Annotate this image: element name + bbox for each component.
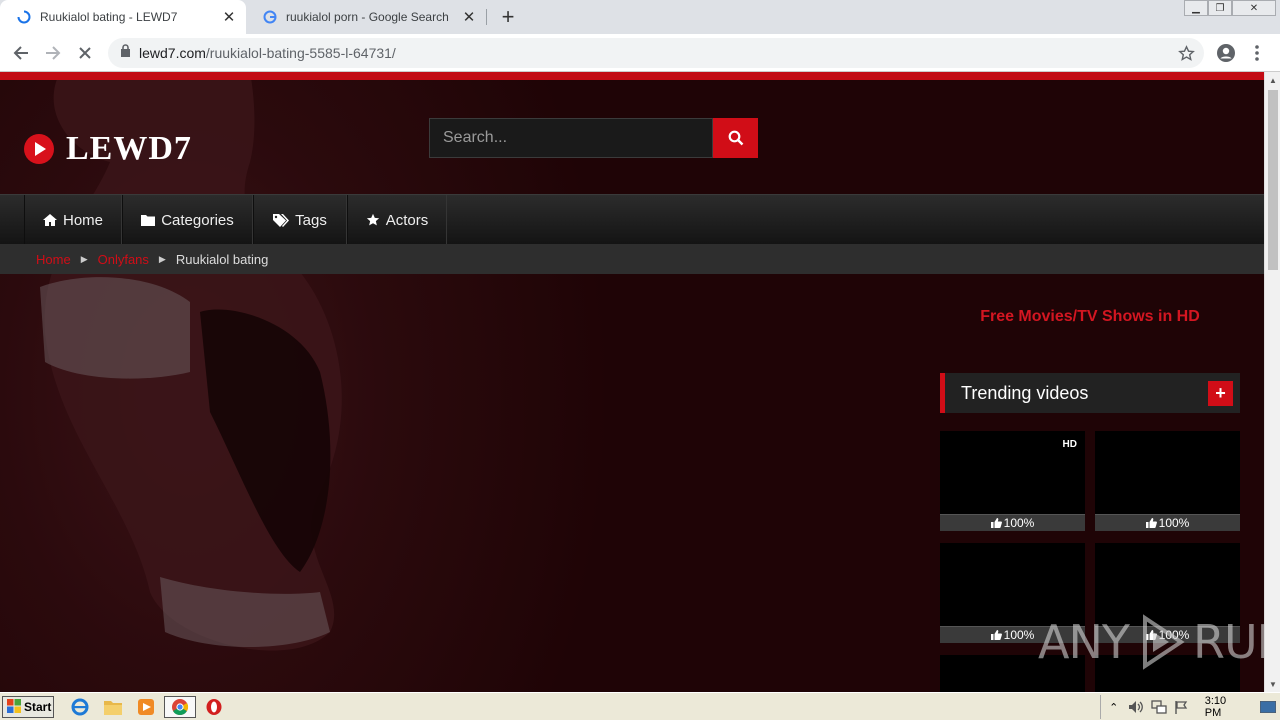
top-accent-bar (0, 72, 1264, 80)
play-triangle-icon (1142, 614, 1185, 670)
rating-bar: 100% (1095, 514, 1240, 531)
thumbs-up-icon (990, 630, 1002, 640)
action-center-flag-icon[interactable] (1171, 699, 1190, 715)
promo-link[interactable]: Free Movies/TV Shows in HD (940, 308, 1240, 326)
tab-google-search[interactable]: ruukialol porn - Google Search ✕ (246, 0, 486, 34)
url-path: /ruukialol-bating-5585-l-64731/ (205, 45, 396, 61)
stop-loading-button[interactable] (72, 40, 98, 66)
search-input[interactable] (429, 118, 713, 158)
new-tab-button[interactable]: + (496, 4, 520, 29)
watermark-left: ANY (1038, 615, 1130, 669)
expand-plus-button[interactable]: + (1208, 381, 1233, 406)
breadcrumb-current: Ruukialol bating (175, 251, 269, 267)
lock-icon (120, 44, 131, 62)
logo-text: LEWD7 (66, 130, 192, 167)
close-tab-icon[interactable]: ✕ (460, 8, 478, 26)
folder-icon (141, 214, 156, 226)
nav-label: Tags (295, 211, 327, 229)
nav-label: Home (62, 211, 103, 229)
windows-taskbar: Start ⌃ 3:10 PM (0, 692, 1280, 720)
video-thumbnail[interactable]: 100% (1095, 431, 1240, 531)
bookmark-star-icon[interactable] (1173, 40, 1199, 66)
nav-home[interactable]: Home (24, 195, 122, 245)
browser-toolbar: lewd7.com/ruukialol-bating-5585-l-64731/ (0, 34, 1280, 72)
main-nav: Home Categories Tags Actors (0, 194, 1264, 245)
search-button[interactable] (713, 118, 758, 158)
rating-value: 100% (1003, 628, 1035, 642)
chrome-icon (172, 699, 189, 716)
breadcrumb: Home ▶ Onlyfans ▶ Ruukialol bating (0, 244, 1264, 274)
volume-icon[interactable] (1126, 699, 1145, 715)
rating-bar: 100% (940, 514, 1085, 531)
tags-icon (273, 213, 290, 227)
system-tray: ⌃ 3:10 PM (1100, 695, 1278, 719)
profile-icon[interactable] (1213, 40, 1239, 66)
opera-icon[interactable] (202, 696, 226, 718)
browser-tab-strip: Ruukialol bating - LEWD7 ✕ ruukialol por… (0, 0, 1280, 34)
network-icon[interactable] (1149, 699, 1168, 715)
tab-title: ruukialol porn - Google Search (286, 10, 449, 24)
google-icon (262, 9, 278, 25)
windows-logo-icon (7, 698, 21, 716)
internet-explorer-icon[interactable] (68, 696, 92, 718)
start-button[interactable]: Start (2, 696, 54, 718)
start-label: Start (24, 700, 52, 714)
tab-separator (486, 9, 487, 25)
show-hidden-icons-icon[interactable]: ⌃ (1104, 699, 1123, 715)
minimize-button[interactable]: ▁ (1184, 0, 1208, 16)
nav-label: Categories (161, 211, 234, 229)
show-desktop-icon[interactable] (1259, 699, 1278, 715)
breadcrumb-onlyfans-link[interactable]: Onlyfans (98, 252, 149, 267)
thumbs-up-icon (990, 518, 1002, 528)
rating-value: 100% (1158, 516, 1190, 530)
page-viewport: LEWD7 Home Categories Tags Actors Home ▶ (0, 72, 1264, 692)
chrome-taskbar-button[interactable] (164, 696, 196, 718)
restore-button[interactable]: ❐ (1208, 0, 1232, 16)
home-icon (42, 214, 57, 226)
address-bar[interactable]: lewd7.com/ruukialol-bating-5585-l-64731/ (108, 38, 1204, 68)
nav-categories[interactable]: Categories (122, 195, 253, 245)
clock: 3:10 PM (1204, 695, 1227, 719)
video-thumbnail[interactable]: HD 100% (940, 431, 1085, 531)
menu-kebab-icon[interactable] (1244, 40, 1270, 66)
search-icon (728, 130, 743, 146)
nav-tags[interactable]: Tags (253, 195, 347, 245)
back-button[interactable] (8, 40, 34, 66)
breadcrumb-home-link[interactable]: Home (36, 252, 71, 267)
media-player-icon[interactable] (134, 696, 158, 718)
close-window-button[interactable]: ✕ (1232, 0, 1276, 16)
thumbs-up-icon (1145, 518, 1157, 528)
tab-lewd7[interactable]: Ruukialol bating - LEWD7 ✕ (0, 0, 246, 34)
site-logo[interactable]: LEWD7 (24, 130, 192, 168)
forward-button[interactable] (40, 40, 66, 66)
loading-spinner-icon (16, 9, 32, 25)
tab-title: Ruukialol bating - LEWD7 (40, 10, 178, 24)
anyrun-watermark: ANY RUN (1038, 612, 1264, 672)
nav-actors[interactable]: Actors (347, 195, 447, 245)
file-explorer-icon[interactable] (101, 696, 125, 718)
scrollbar-thumb[interactable] (1268, 90, 1278, 270)
url-text: lewd7.com/ruukialol-bating-5585-l-64731/ (139, 45, 396, 61)
url-domain: lewd7.com (139, 45, 206, 61)
page-scrollbar[interactable]: ▲ ▼ (1264, 72, 1280, 692)
watermark-right: RUN (1192, 615, 1264, 669)
widget-title: Trending videos (961, 382, 1089, 403)
scroll-up-arrow-icon[interactable]: ▲ (1265, 72, 1280, 88)
star-icon (366, 213, 380, 227)
scroll-down-arrow-icon[interactable]: ▼ (1265, 676, 1280, 692)
nav-label: Actors (385, 211, 429, 229)
breadcrumb-arrow-icon: ▶ (80, 253, 88, 264)
search-form (429, 118, 758, 158)
hd-badge: HD (1062, 439, 1077, 450)
close-tab-icon[interactable]: ✕ (220, 8, 238, 26)
rating-value: 100% (1003, 516, 1035, 530)
play-logo-icon (24, 134, 54, 164)
trending-widget-header: Trending videos + (940, 373, 1240, 413)
breadcrumb-arrow-icon: ▶ (158, 253, 166, 264)
site-header: LEWD7 (0, 80, 1264, 194)
